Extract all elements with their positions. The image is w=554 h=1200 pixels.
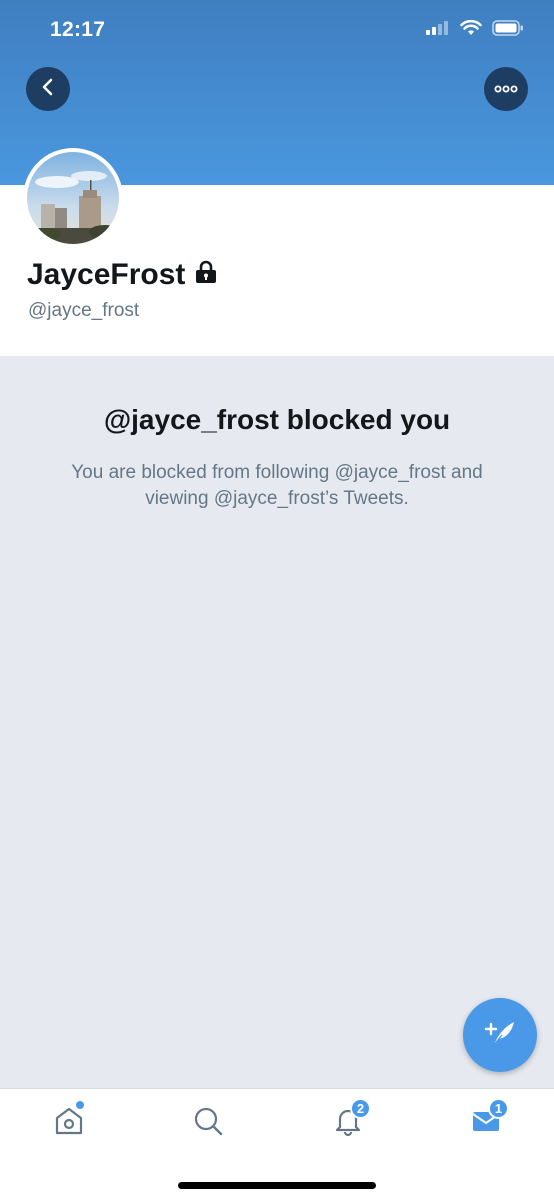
ellipsis-icon — [494, 80, 518, 98]
cellular-signal-icon — [426, 21, 450, 40]
battery-icon — [492, 20, 524, 41]
lock-icon — [195, 258, 217, 292]
status-icons — [426, 19, 524, 41]
home-icon — [53, 1105, 85, 1142]
search-icon — [192, 1105, 224, 1142]
home-indicator — [178, 1182, 376, 1189]
tab-search[interactable] — [188, 1103, 228, 1143]
status-bar: 12:17 — [0, 0, 554, 60]
tab-messages[interactable]: 1 — [466, 1098, 509, 1143]
messages-badge: 1 — [488, 1098, 509, 1119]
home-notification-dot — [76, 1101, 84, 1109]
blocked-title: @jayce_frost blocked you — [103, 404, 451, 435]
more-options-button[interactable] — [484, 67, 528, 111]
wifi-icon — [460, 19, 482, 41]
avatar-image — [27, 152, 119, 244]
profile-display-name-row: JayceFrost — [27, 258, 217, 292]
tab-notifications[interactable]: 2 — [328, 1098, 371, 1143]
compose-tweet-icon — [482, 1015, 518, 1056]
notifications-badge: 2 — [350, 1098, 371, 1119]
profile-handle: @jayce_frost — [28, 300, 140, 321]
back-button[interactable] — [26, 67, 70, 111]
profile-display-name: JayceFrost — [27, 258, 186, 291]
avatar[interactable] — [23, 148, 123, 248]
chevron-left-icon — [38, 77, 58, 102]
tab-home[interactable] — [49, 1101, 89, 1143]
compose-tweet-button[interactable] — [463, 998, 537, 1072]
blocked-description: You are blocked from following @jayce_fr… — [71, 462, 483, 509]
status-time: 12:17 — [50, 18, 106, 41]
